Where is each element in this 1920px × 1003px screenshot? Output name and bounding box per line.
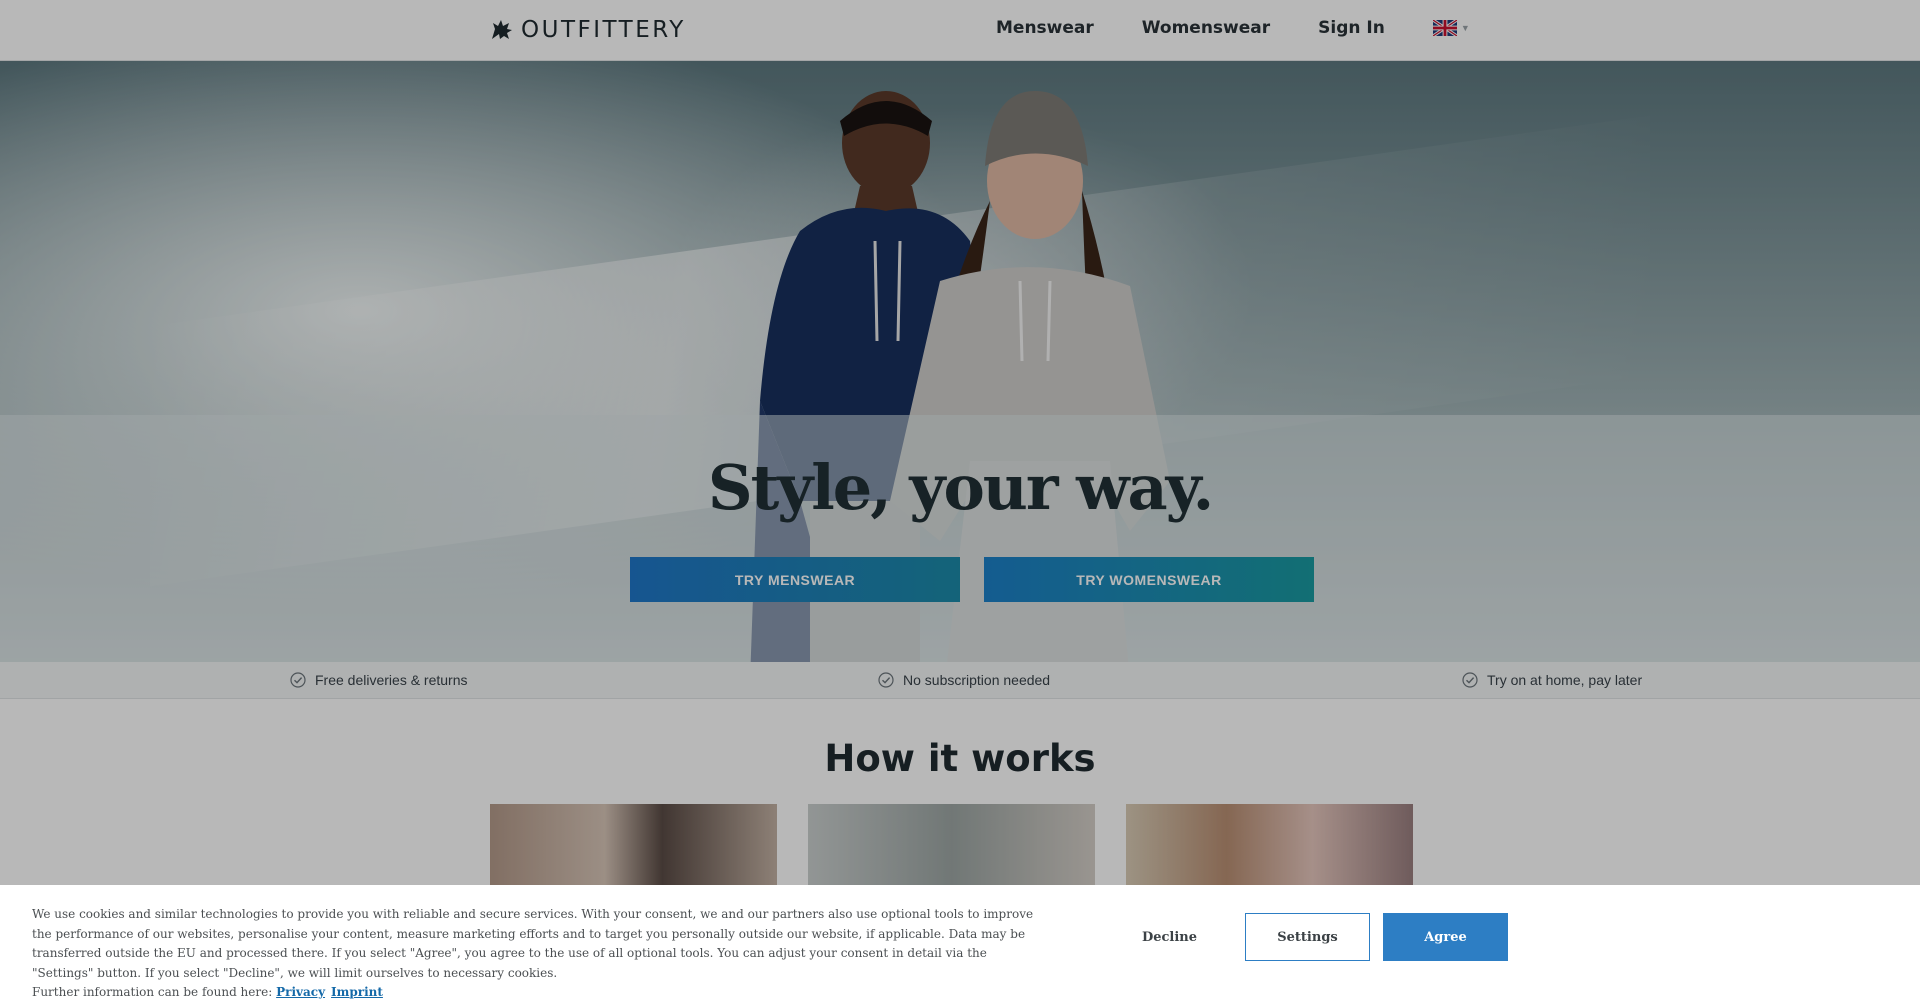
privacy-link[interactable]: Privacy (276, 985, 325, 999)
modal-backdrop (0, 0, 1920, 993)
cookie-banner: We use cookies and similar technologies … (0, 885, 1920, 999)
settings-button[interactable]: Settings (1245, 913, 1370, 961)
cookie-text: We use cookies and similar technologies … (32, 907, 1034, 980)
cookie-more-info: Further information can be found here: (32, 985, 273, 999)
decline-button[interactable]: Decline (1107, 913, 1232, 961)
cookie-message: We use cookies and similar technologies … (32, 905, 1042, 1003)
agree-button[interactable]: Agree (1383, 913, 1508, 961)
imprint-link[interactable]: Imprint (331, 985, 383, 999)
